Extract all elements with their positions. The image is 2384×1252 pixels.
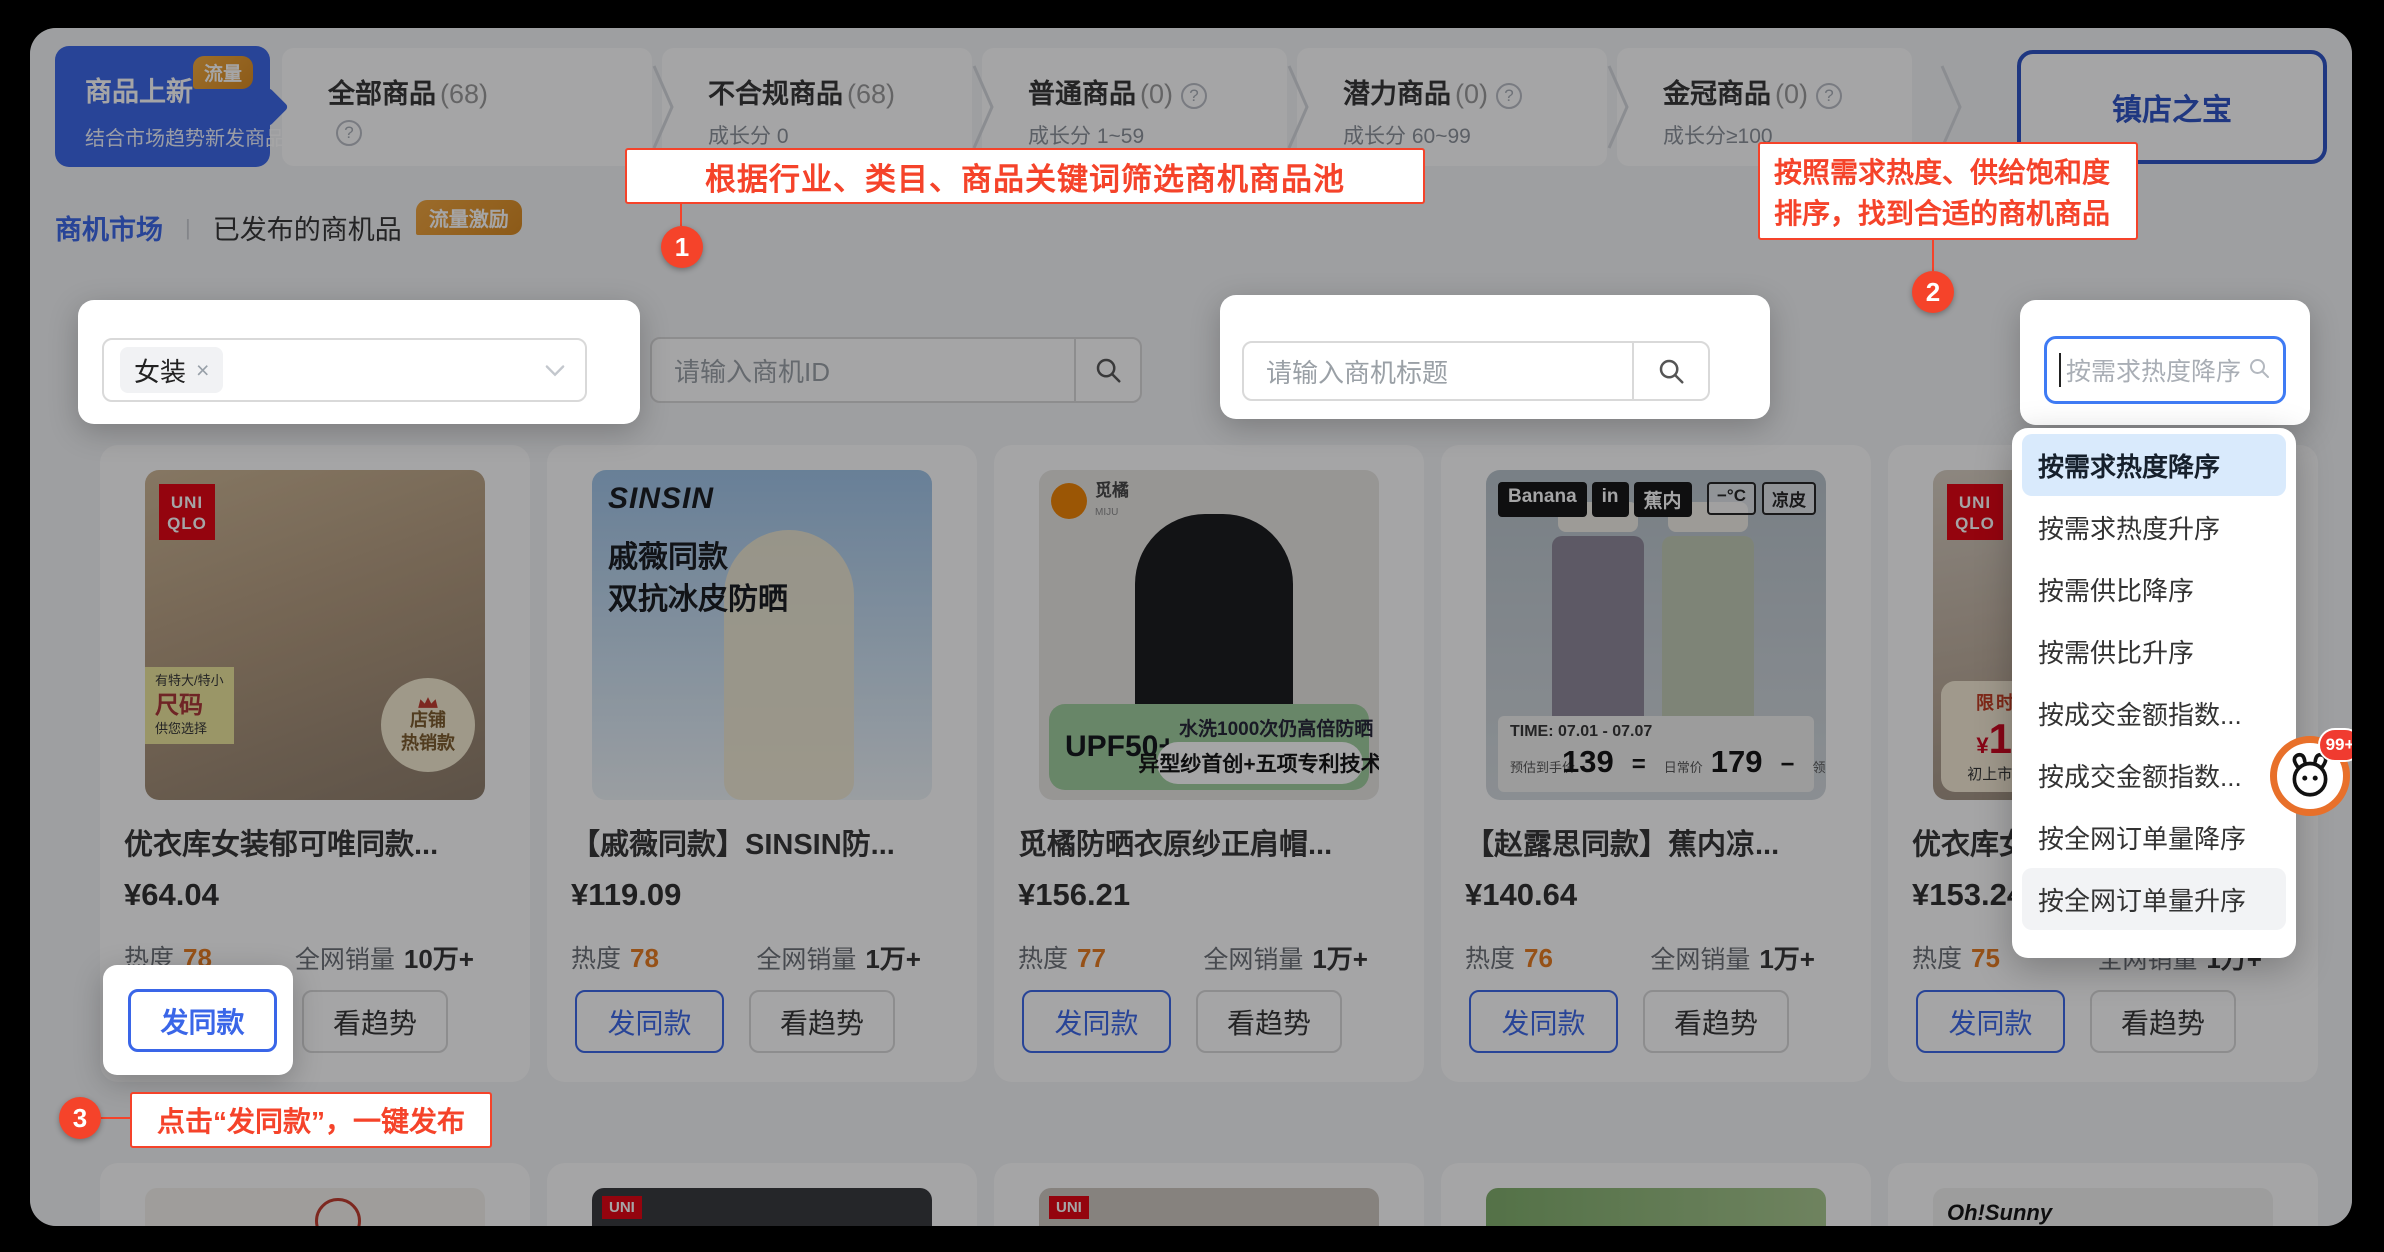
tag-close-icon[interactable]: × bbox=[196, 357, 209, 384]
search-icon bbox=[1656, 356, 1686, 386]
tour-step3-box: 点击“发同款”，一键发布 bbox=[130, 1092, 492, 1148]
category-tag[interactable]: 女装 × bbox=[120, 347, 223, 393]
sort-option[interactable]: 按需供比降序 bbox=[2022, 558, 2286, 620]
tour-step2-box: 按照需求热度、供给饱和度 排序，找到合适的商机商品 bbox=[1758, 142, 2138, 240]
sort-input[interactable]: 按需求热度降序 bbox=[2044, 336, 2286, 404]
sort-dropdown-menu: 按需求热度降序 按需求热度升序 按需供比降序 按需供比升序 按成交金额指数...… bbox=[2012, 428, 2296, 958]
publish-spotlight: 发同款 bbox=[103, 965, 293, 1075]
sort-option[interactable]: 按需求热度升序 bbox=[2022, 496, 2286, 558]
publish-same-button[interactable]: 发同款 bbox=[128, 989, 277, 1052]
screenshot-stage: 商品上新 流量 结合市场趋势新发商品 全部商品(68) ? 不合规商品(68) … bbox=[0, 0, 2384, 1252]
tour-step2-line1: 按照需求热度、供给饱和度 bbox=[1774, 152, 2122, 193]
search-button[interactable] bbox=[1632, 343, 1708, 399]
category-filter-panel: 女装 × bbox=[78, 300, 640, 424]
category-select[interactable]: 女装 × bbox=[102, 338, 587, 402]
sort-option[interactable]: 按需供比升序 bbox=[2022, 620, 2286, 682]
tour-step1-box: 根据行业、类目、商品关键词筛选商机商品池 bbox=[625, 148, 1425, 204]
notification-badge: 99+ bbox=[2318, 728, 2352, 762]
chevron-down-icon bbox=[541, 356, 569, 384]
tour-connector-line bbox=[680, 204, 682, 226]
title-search-panel: 请输入商机标题 bbox=[1220, 295, 1770, 419]
app-window: 商品上新 流量 结合市场趋势新发商品 全部商品(68) ? 不合规商品(68) … bbox=[30, 28, 2352, 1226]
sort-value: 按需求热度降序 bbox=[2066, 352, 2241, 388]
input-placeholder: 请输入商机标题 bbox=[1244, 353, 1448, 390]
sort-option[interactable]: 按成交金额指数... bbox=[2022, 682, 2286, 744]
sort-panel: 按需求热度降序 bbox=[2020, 300, 2310, 425]
text-cursor bbox=[2059, 353, 2061, 387]
tour-step1-number: 1 bbox=[661, 226, 703, 268]
sort-option[interactable]: 按成交金额指数... bbox=[2022, 744, 2286, 806]
sort-option[interactable]: 按需求热度降序 bbox=[2022, 434, 2286, 496]
opportunity-title-input[interactable]: 请输入商机标题 bbox=[1242, 341, 1710, 401]
tour-connector-line bbox=[101, 1117, 130, 1119]
tour-connector-line bbox=[1932, 240, 1934, 271]
sort-option[interactable]: 按全网订单量降序 bbox=[2022, 806, 2286, 868]
search-icon bbox=[2247, 356, 2271, 385]
tour-step2-line2: 排序，找到合适的商机商品 bbox=[1774, 193, 2122, 234]
tour-step2-number: 2 bbox=[1912, 271, 1954, 313]
sort-option[interactable]: 按全网订单量升序 bbox=[2022, 868, 2286, 930]
category-tag-label: 女装 bbox=[134, 352, 186, 389]
tour-step3-number: 3 bbox=[59, 1097, 101, 1139]
